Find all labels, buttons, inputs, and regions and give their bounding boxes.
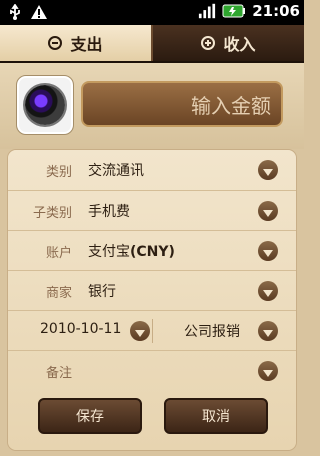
account-name: 支付宝: [88, 244, 130, 260]
tag-value[interactable]: 公司报销: [184, 321, 240, 341]
tab-expense[interactable]: 支出: [0, 25, 153, 61]
category-row[interactable]: 类别 交流通讯: [8, 150, 296, 190]
camera-button[interactable]: [16, 75, 74, 135]
warning-icon: [30, 3, 48, 21]
date-tag-row: 2010-10-11 公司报销: [8, 310, 296, 351]
status-left-icons: [6, 3, 48, 21]
account-currency: (CNY): [130, 244, 175, 260]
plus-circle-icon: [201, 36, 216, 50]
tab-income-label: 收入: [223, 35, 256, 54]
status-time: 21:06: [252, 2, 300, 20]
category-value: 交流通讯: [88, 163, 144, 179]
subcategory-value: 手机费: [88, 204, 130, 220]
entry-form: 类别 交流通讯 子类别 手机费 账户 支付宝(CNY) 商家 银行 2010-1…: [8, 150, 296, 450]
account-dropdown-icon[interactable]: [258, 241, 278, 261]
minus-circle-icon: [48, 36, 63, 50]
date-dropdown-icon[interactable]: [130, 321, 150, 341]
subcategory-row[interactable]: 子类别 手机费: [8, 190, 296, 231]
usb-icon: [6, 3, 24, 21]
note-row[interactable]: 备注: [8, 350, 296, 391]
status-right: 21:06: [198, 2, 300, 20]
amount-input[interactable]: 输入金额: [81, 81, 283, 127]
save-button[interactable]: 保存: [38, 398, 142, 434]
tab-expense-label: 支出: [70, 35, 103, 54]
note-label: 备注: [45, 366, 72, 381]
cancel-label: 取消: [202, 409, 230, 425]
amount-area: 输入金额: [0, 63, 304, 149]
save-label: 保存: [76, 409, 104, 425]
subcategory-dropdown-icon[interactable]: [258, 201, 278, 221]
subcategory-label: 子类别: [32, 206, 72, 221]
note-dropdown-icon[interactable]: [258, 361, 278, 381]
account-row[interactable]: 账户 支付宝(CNY): [8, 230, 296, 271]
merchant-label: 商家: [45, 286, 72, 301]
row-divider: [152, 319, 153, 343]
merchant-row[interactable]: 商家 银行: [8, 270, 296, 311]
camera-icon: [25, 85, 65, 125]
signal-icon: [198, 2, 216, 20]
category-dropdown-icon[interactable]: [258, 160, 278, 180]
battery-icon: [222, 2, 246, 20]
status-bar: 21:06: [0, 0, 304, 25]
tab-income[interactable]: 收入: [153, 25, 304, 61]
merchant-dropdown-icon[interactable]: [258, 281, 278, 301]
amount-placeholder: 输入金额: [191, 93, 271, 118]
account-value: 支付宝(CNY): [88, 241, 175, 261]
merchant-value: 银行: [88, 284, 116, 300]
account-label: 账户: [45, 246, 72, 261]
date-value[interactable]: 2010-10-11: [40, 321, 121, 337]
cancel-button[interactable]: 取消: [164, 398, 268, 434]
tag-dropdown-icon[interactable]: [258, 321, 278, 341]
category-label: 类别: [45, 165, 72, 180]
tab-bar: 支出 收入: [0, 25, 304, 63]
